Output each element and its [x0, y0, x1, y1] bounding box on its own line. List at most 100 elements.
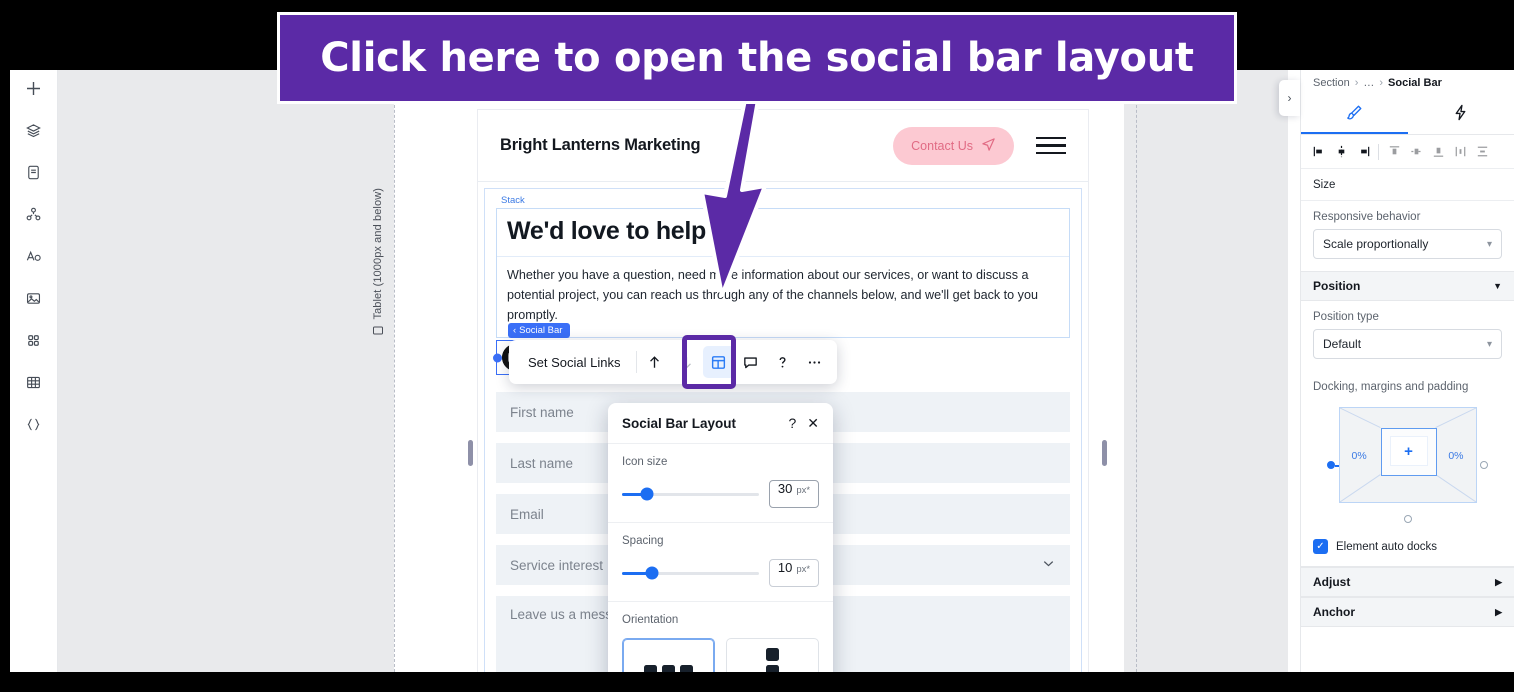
responsive-behavior-select[interactable]: Scale proportionally ▾ [1313, 229, 1502, 259]
site-structure-icon [25, 206, 42, 223]
dock-bottom-handle[interactable] [1403, 515, 1412, 523]
hamburger-menu-button[interactable] [1036, 136, 1066, 155]
site-structure-button[interactable] [19, 199, 49, 229]
instruction-banner: Click here to open the social bar layout [277, 12, 1237, 104]
icon-size-slider[interactable] [622, 487, 759, 501]
breadcrumb-sep-1: › [1354, 77, 1359, 89]
position-type-label: Position type [1313, 311, 1379, 323]
apps-grid-icon [25, 332, 42, 349]
orientation-label: Orientation [622, 614, 679, 626]
distribute-vertical-icon[interactable] [1472, 141, 1492, 163]
position-type-value: Default [1323, 337, 1362, 351]
canvas-resize-handle-right[interactable] [1102, 440, 1107, 466]
dock-box[interactable]: 0% 0% + [1338, 407, 1477, 503]
collapse-panel-button[interactable]: › [1279, 80, 1300, 116]
canvas-resize-handle-left[interactable] [468, 440, 473, 466]
breadcrumb-ellipsis[interactable]: … [1363, 77, 1374, 89]
icon-size-section: Icon size 30 px* [608, 444, 833, 523]
breakpoint-guide-left [394, 70, 395, 672]
align-middle-icon[interactable] [1406, 141, 1426, 163]
breakpoint-label: Tablet (1000px and below) [372, 188, 384, 336]
chevron-down-icon: ▾ [1486, 338, 1492, 350]
close-icon[interactable]: ✕ [807, 416, 819, 430]
anchor-section-header[interactable]: Anchor ▶ [1301, 597, 1514, 627]
tab-interactions[interactable] [1408, 96, 1514, 134]
breakpoint-guide-right [1136, 70, 1137, 672]
move-up-icon[interactable] [639, 346, 671, 378]
set-social-links-button[interactable]: Set Social Links [515, 355, 634, 370]
docking-control: Docking, margins and padding 0% 0% + [1301, 371, 1514, 529]
plus-icon [25, 80, 42, 97]
tab-design[interactable] [1301, 96, 1408, 134]
orientation-section: Orientation Horizontal Vertical [608, 602, 833, 672]
distribute-horizontal-icon[interactable] [1450, 141, 1470, 163]
layout-icon[interactable] [702, 346, 735, 378]
cms-button[interactable] [19, 367, 49, 397]
apps-button[interactable] [19, 325, 49, 355]
social-bar-resize-handle[interactable] [493, 353, 502, 362]
align-top-icon[interactable] [1384, 141, 1404, 163]
instruction-banner-text: Click here to open the social bar layout [320, 35, 1194, 81]
chevron-down-icon: ▾ [1486, 238, 1492, 250]
theme-button[interactable] [19, 241, 49, 271]
icon-size-input[interactable]: 30 px* [769, 480, 819, 508]
align-bottom-icon[interactable] [1428, 141, 1448, 163]
adjust-section-header[interactable]: Adjust ▶ [1301, 567, 1514, 597]
align-left-icon[interactable] [1309, 141, 1329, 163]
move-down-icon[interactable] [671, 346, 703, 378]
lightning-icon [1451, 103, 1470, 125]
orientation-horizontal-option[interactable]: Horizontal [622, 638, 715, 672]
breadcrumb: Section › … › Social Bar [1301, 70, 1514, 96]
tablet-icon [373, 326, 383, 335]
dev-mode-button[interactable] [19, 409, 49, 439]
spacing-unit: px* [796, 564, 811, 575]
dock-center-plus[interactable]: + [1389, 436, 1428, 466]
layers-button[interactable] [19, 115, 49, 145]
dock-left-value[interactable]: 0% [1352, 450, 1367, 462]
triangle-down-icon: ▼ [1493, 281, 1502, 291]
inspector-panel: Section › … › Social Bar Size Responsive… [1300, 70, 1514, 672]
position-section-header[interactable]: Position ▼ [1301, 271, 1514, 301]
chevron-left-icon: ‹ [513, 325, 517, 336]
contact-us-button[interactable]: Contact Us [893, 126, 1014, 165]
more-options-icon[interactable] [799, 346, 831, 378]
help-icon[interactable] [767, 346, 799, 378]
code-braces-icon [25, 416, 42, 433]
breadcrumb-current: Social Bar [1388, 77, 1442, 89]
dock-right-handle[interactable] [1480, 461, 1488, 469]
pages-button[interactable] [19, 157, 49, 187]
position-type-select[interactable]: Default ▾ [1313, 329, 1502, 359]
alignment-toolbar [1301, 135, 1514, 169]
send-plane-icon [981, 137, 996, 155]
media-button[interactable] [19, 283, 49, 313]
anchor-section-label: Anchor [1313, 605, 1355, 619]
auto-dock-row[interactable]: ✓ Element auto docks [1301, 529, 1514, 567]
popup-header: Social Bar Layout ? ✕ [608, 403, 833, 444]
social-bar-layout-popup: Social Bar Layout ? ✕ Icon size 30 px* S… [608, 403, 833, 672]
responsive-behavior-label: Responsive behavior [1313, 211, 1421, 223]
toolbar-divider [635, 351, 637, 373]
canvas-gutter-right [1124, 70, 1288, 672]
plus-icon: + [1404, 442, 1413, 460]
spacing-input[interactable]: 10 px* [769, 559, 819, 587]
position-section-label: Position [1313, 279, 1361, 293]
add-elements-button[interactable] [19, 73, 49, 103]
spacing-slider[interactable] [622, 566, 759, 580]
comment-icon[interactable] [735, 346, 767, 378]
image-icon [25, 290, 42, 307]
icon-size-unit: px* [796, 485, 811, 496]
breadcrumb-root[interactable]: Section [1313, 77, 1350, 89]
toolbar-divider [1378, 143, 1379, 160]
auto-dock-checkbox[interactable]: ✓ [1313, 539, 1328, 554]
dock-right-value[interactable]: 0% [1448, 450, 1463, 462]
dock-left-handle[interactable] [1327, 461, 1335, 469]
align-center-horizontal-icon[interactable] [1331, 141, 1351, 163]
spacing-label: Spacing [622, 535, 664, 547]
social-bar-selection-label[interactable]: ‹ Social Bar [508, 323, 571, 338]
triangle-right-icon: ▶ [1495, 606, 1502, 617]
align-right-icon[interactable] [1353, 141, 1373, 163]
orientation-vertical-option[interactable]: Vertical [726, 638, 819, 672]
spacing-value: 10 [777, 560, 793, 575]
help-icon[interactable]: ? [788, 416, 796, 430]
social-bar-tag-text: Social Bar [519, 325, 563, 336]
